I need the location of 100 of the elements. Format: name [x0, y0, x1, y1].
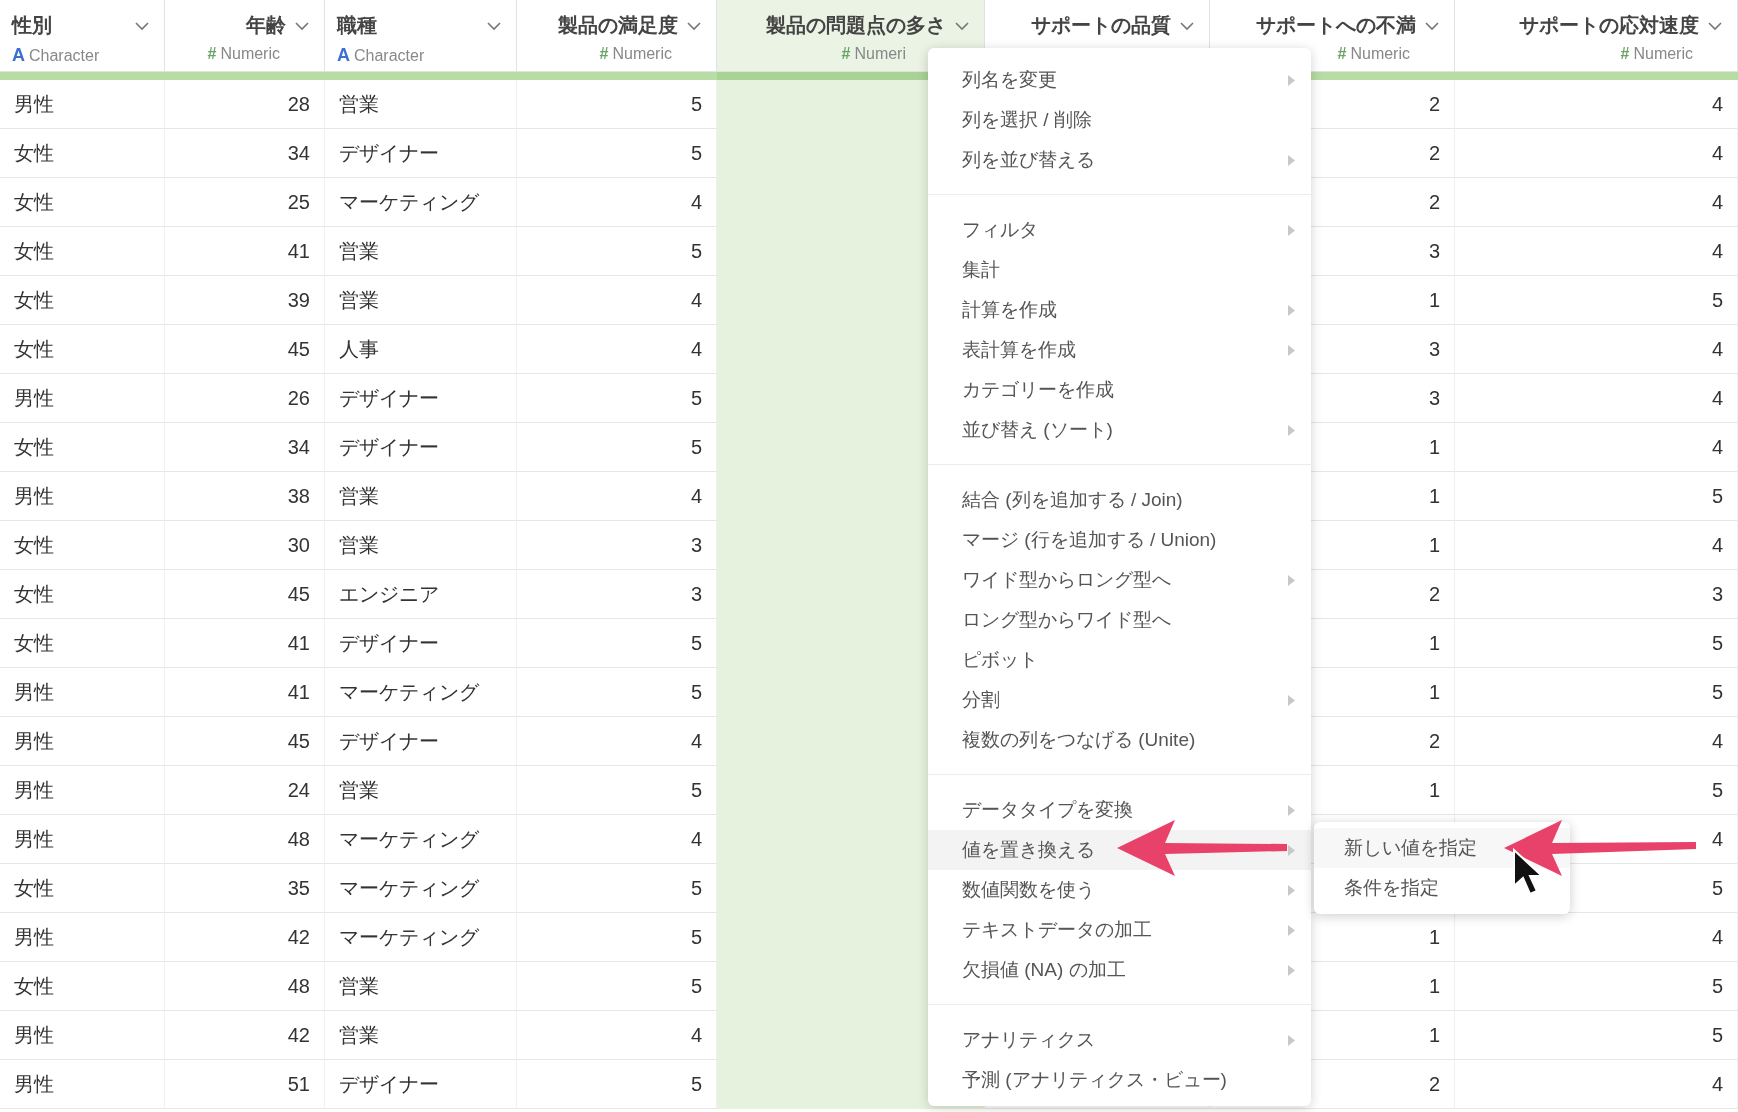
table-cell: 5 — [690, 435, 702, 459]
table-cell: 5 — [690, 974, 702, 998]
table-cell: 1 — [1428, 778, 1440, 802]
table-cell: 42 — [287, 925, 310, 949]
column-title: 性別 — [12, 13, 52, 38]
menu-item[interactable]: カテゴリーを作成 — [928, 370, 1311, 410]
table-cell: 4 — [690, 288, 702, 312]
menu-item[interactable]: マージ (行を追加する / Union) — [928, 520, 1311, 560]
table-cell: 2 — [1428, 190, 1440, 214]
table-cell: 3 — [1428, 386, 1440, 410]
table-cell: 1 — [1428, 533, 1440, 557]
column-title: 製品の満足度 — [558, 13, 678, 38]
menu-item[interactable]: アナリティクス — [928, 1020, 1311, 1060]
chevron-down-icon[interactable] — [1707, 20, 1723, 31]
chevron-down-icon[interactable] — [1424, 20, 1440, 31]
type-mark: # — [1620, 45, 1630, 63]
table-cell: 48 — [287, 974, 310, 998]
table-cell: 34 — [287, 141, 310, 165]
table-cell: 1 — [1428, 925, 1440, 949]
table-cell-text: 営業 — [339, 483, 379, 509]
table-cell: 1 — [1428, 680, 1440, 704]
table-cell-text: 営業 — [339, 287, 379, 313]
menu-item[interactable]: 並び替え (ソート) — [928, 410, 1311, 450]
table-cell: 2 — [1428, 582, 1440, 606]
table-cell-text: デザイナー — [339, 434, 439, 460]
type-mark: # — [207, 45, 217, 63]
type-mark: A — [337, 45, 350, 66]
table-cell-text: 男性 — [14, 1071, 54, 1097]
menu-item[interactable]: 表計算を作成 — [928, 330, 1311, 370]
table-cell: 4 — [1711, 435, 1723, 459]
table-cell: 4 — [690, 484, 702, 508]
chevron-down-icon[interactable] — [486, 20, 502, 31]
type-mark: # — [599, 45, 609, 63]
table-cell: 1 — [1428, 288, 1440, 312]
table-cell: 4 — [690, 729, 702, 753]
table-cell-text: 女性 — [14, 532, 54, 558]
menu-item[interactable]: 複数の列をつなげる (Unite) — [928, 720, 1311, 760]
table-cell-text: 男性 — [14, 1022, 54, 1048]
menu-item[interactable]: 欠損値 (NA) の加工 — [928, 950, 1311, 990]
table-cell-text: 女性 — [14, 336, 54, 362]
table-cell: 5 — [690, 925, 702, 949]
chevron-down-icon[interactable] — [294, 20, 310, 31]
menu-item[interactable]: 列を選択 / 削除 — [928, 100, 1311, 140]
table-cell-text: 女性 — [14, 189, 54, 215]
menu-item[interactable]: 結合 (列を追加する / Join) — [928, 480, 1311, 520]
table-cell: 51 — [287, 1072, 310, 1096]
column-title: 年齢 — [246, 13, 286, 38]
table-cell: 3 — [690, 533, 702, 557]
table-cell-text: 営業 — [339, 1022, 379, 1048]
table-cell: 41 — [287, 239, 310, 263]
table-cell: 48 — [287, 827, 310, 851]
table-cell: 4 — [1711, 729, 1723, 753]
menu-item[interactable]: ロング型からワイド型へ — [928, 600, 1311, 640]
table-cell: 4 — [1711, 337, 1723, 361]
menu-item[interactable]: 計算を作成 — [928, 290, 1311, 330]
chevron-down-icon[interactable] — [1179, 20, 1195, 31]
table-cell: 4 — [1711, 141, 1723, 165]
chevron-down-icon[interactable] — [954, 20, 970, 31]
table-cell: 4 — [1711, 92, 1723, 116]
chevron-down-icon[interactable] — [686, 20, 702, 31]
table-cell: 3 — [1428, 239, 1440, 263]
table-cell: 28 — [287, 92, 310, 116]
column-title: サポートへの不満 — [1256, 13, 1416, 38]
menu-item[interactable]: 条件を指定 — [1314, 868, 1570, 908]
menu-item[interactable]: 予測 (アナリティクス・ビュー) — [928, 1060, 1311, 1100]
table-cell: 4 — [1711, 827, 1723, 851]
table-cell: 4 — [1711, 190, 1723, 214]
table-cell-text: エンジニア — [339, 581, 439, 607]
menu-item[interactable]: テキストデータの加工 — [928, 910, 1311, 950]
table-cell-text: 男性 — [14, 483, 54, 509]
column-header[interactable]: 製品の問題点の多さ # Numeri — [717, 0, 985, 72]
menu-item[interactable]: 集計 — [928, 250, 1311, 290]
menu-item[interactable]: ピボット — [928, 640, 1311, 680]
table-cell-text: 女性 — [14, 875, 54, 901]
table-cell: 5 — [1711, 876, 1723, 900]
menu-item[interactable]: フィルタ — [928, 210, 1311, 250]
table-cell-text: 男性 — [14, 924, 54, 950]
table-cell: 5 — [690, 631, 702, 655]
type-label: Character — [29, 46, 100, 65]
table-cell-text: マーケティング — [339, 826, 479, 852]
table-cell-text: マーケティング — [339, 875, 479, 901]
table-cell: 5 — [690, 680, 702, 704]
chevron-down-icon[interactable] — [134, 20, 150, 31]
table-cell: 35 — [287, 876, 310, 900]
menu-item[interactable]: データタイプを変換 — [928, 790, 1311, 830]
menu-item[interactable]: ワイド型からロング型へ — [928, 560, 1311, 600]
table-cell: 2 — [1428, 729, 1440, 753]
menu-item[interactable]: 列を並び替える — [928, 140, 1311, 180]
table-cell-text: マーケティング — [339, 679, 479, 705]
table-cell-text: 女性 — [14, 581, 54, 607]
table-cell: 34 — [287, 435, 310, 459]
table-cell-text: 女性 — [14, 434, 54, 460]
table-cell: 4 — [1711, 386, 1723, 410]
table-cell-text: 女性 — [14, 973, 54, 999]
menu-item[interactable]: 数値関数を使う — [928, 870, 1311, 910]
type-mark: # — [1337, 45, 1347, 63]
menu-item[interactable]: 分割 — [928, 680, 1311, 720]
table-cell-text: 男性 — [14, 826, 54, 852]
table-cell: 39 — [287, 288, 310, 312]
table-cell: 42 — [287, 1023, 310, 1047]
